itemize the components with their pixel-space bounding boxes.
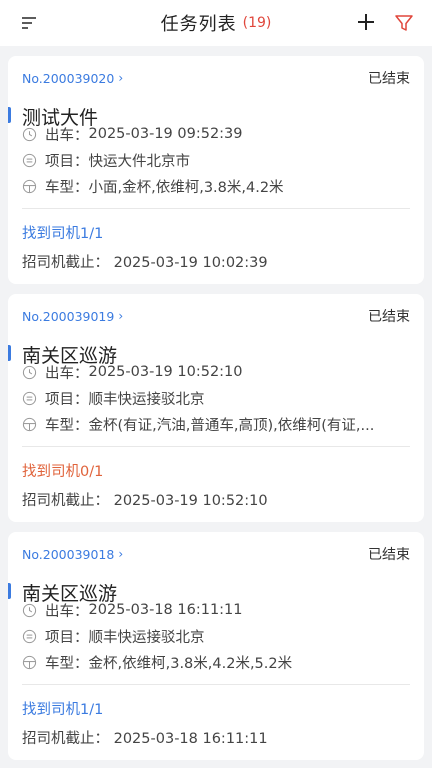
car-type-value: 小面,金杯,依维柯,3.8米,4.2米: [88, 179, 284, 196]
recruit-deadline: 招司机截止： 2025-03-19 10:52:10: [22, 493, 268, 509]
steering-wheel-icon: [22, 655, 37, 669]
depart-time: 2025-03-19 09:52:39: [88, 126, 243, 142]
divider: [22, 684, 410, 685]
project-label: 项目：: [45, 153, 89, 170]
car-type-row: 车型： 金杯(有证,汽油,普通车,高顶),依维柯(有证,...: [22, 414, 402, 434]
card-header: No.200039019 › 已结束: [22, 306, 410, 326]
driver-found-link[interactable]: 找到司机1/1: [22, 698, 103, 719]
task-list: No.200039020 › 已结束 测试大件 出车： 2025-03-19 0…: [8, 46, 424, 760]
status-label: 已结束: [368, 309, 410, 325]
accent-bar: [8, 107, 11, 123]
recruit-deadline: 招司机截止： 2025-03-19 10:02:39: [22, 255, 268, 271]
clock-icon: [22, 127, 37, 141]
recruit-deadline: 招司机截止： 2025-03-18 16:11:11: [22, 731, 268, 747]
order-number: No.200039019: [22, 308, 115, 324]
depart-label: 出车：: [45, 127, 89, 144]
order-number: No.200039020: [22, 70, 115, 86]
card-header: No.200039020 › 已结束: [22, 68, 410, 88]
chevron-right-icon: ›: [118, 71, 124, 85]
project-label: 项目：: [45, 391, 89, 408]
add-icon[interactable]: [355, 11, 377, 33]
accent-bar: [8, 345, 11, 361]
depart-row: 出车： 2025-03-19 09:52:39: [22, 124, 402, 144]
depart-label: 出车：: [45, 603, 89, 620]
steering-wheel-icon: [22, 179, 37, 193]
project-row: 项目： 顺丰快运接驳北京: [22, 626, 402, 646]
depart-label: 出车：: [45, 365, 89, 382]
task-card[interactable]: No.200039019 › 已结束 南关区巡游 出车： 2025-03-19 …: [8, 294, 424, 522]
accent-bar: [8, 583, 11, 599]
driver-found-link[interactable]: 找到司机0/1: [22, 460, 103, 481]
clock-icon: [22, 365, 37, 379]
task-card[interactable]: No.200039020 › 已结束 测试大件 出车： 2025-03-19 0…: [8, 56, 424, 284]
car-type-row: 车型： 金杯,依维柯,3.8米,4.2米,5.2米: [22, 652, 402, 672]
driver-found-link[interactable]: 找到司机1/1: [22, 222, 103, 243]
order-number: No.200039018: [22, 546, 115, 562]
project-row: 项目： 快运大件北京市: [22, 150, 402, 170]
project-value: 顺丰快运接驳北京: [88, 629, 205, 646]
car-type-label: 车型：: [45, 417, 89, 434]
project-icon: [22, 391, 37, 405]
depart-row: 出车： 2025-03-18 16:11:11: [22, 600, 402, 620]
status-label: 已结束: [368, 71, 410, 87]
status-label: 已结束: [368, 547, 410, 563]
car-type-value: 金杯(有证,汽油,普通车,高顶),依维柯(有证,...: [88, 417, 375, 434]
car-type-label: 车型：: [45, 179, 89, 196]
order-number-link[interactable]: No.200039019 ›: [22, 309, 123, 324]
project-label: 项目：: [45, 629, 89, 646]
steering-wheel-icon: [22, 417, 37, 431]
app-header: 任务列表 (19): [0, 0, 432, 46]
project-icon: [22, 153, 37, 167]
task-count-badge: (19): [242, 15, 272, 31]
project-value: 顺丰快运接驳北京: [88, 391, 205, 408]
divider: [22, 208, 410, 209]
depart-row: 出车： 2025-03-19 10:52:10: [22, 362, 402, 382]
project-icon: [22, 629, 37, 643]
depart-time: 2025-03-19 10:52:10: [88, 364, 243, 380]
order-number-link[interactable]: No.200039018 ›: [22, 547, 123, 562]
car-type-label: 车型：: [45, 655, 89, 672]
car-type-value: 金杯,依维柯,3.8米,4.2米,5.2米: [88, 655, 293, 672]
clock-icon: [22, 603, 37, 617]
car-type-row: 车型： 小面,金杯,依维柯,3.8米,4.2米: [22, 176, 402, 196]
chevron-right-icon: ›: [118, 309, 124, 323]
chevron-right-icon: ›: [118, 547, 124, 561]
filter-icon[interactable]: [394, 13, 414, 33]
page-title: 任务列表: [160, 14, 237, 35]
order-number-link[interactable]: No.200039020 ›: [22, 71, 123, 86]
depart-time: 2025-03-18 16:11:11: [88, 602, 243, 618]
card-header: No.200039018 › 已结束: [22, 544, 410, 564]
divider: [22, 446, 410, 447]
project-value: 快运大件北京市: [88, 153, 191, 170]
task-card[interactable]: No.200039018 › 已结束 南关区巡游 出车： 2025-03-18 …: [8, 532, 424, 760]
project-row: 项目： 顺丰快运接驳北京: [22, 388, 402, 408]
